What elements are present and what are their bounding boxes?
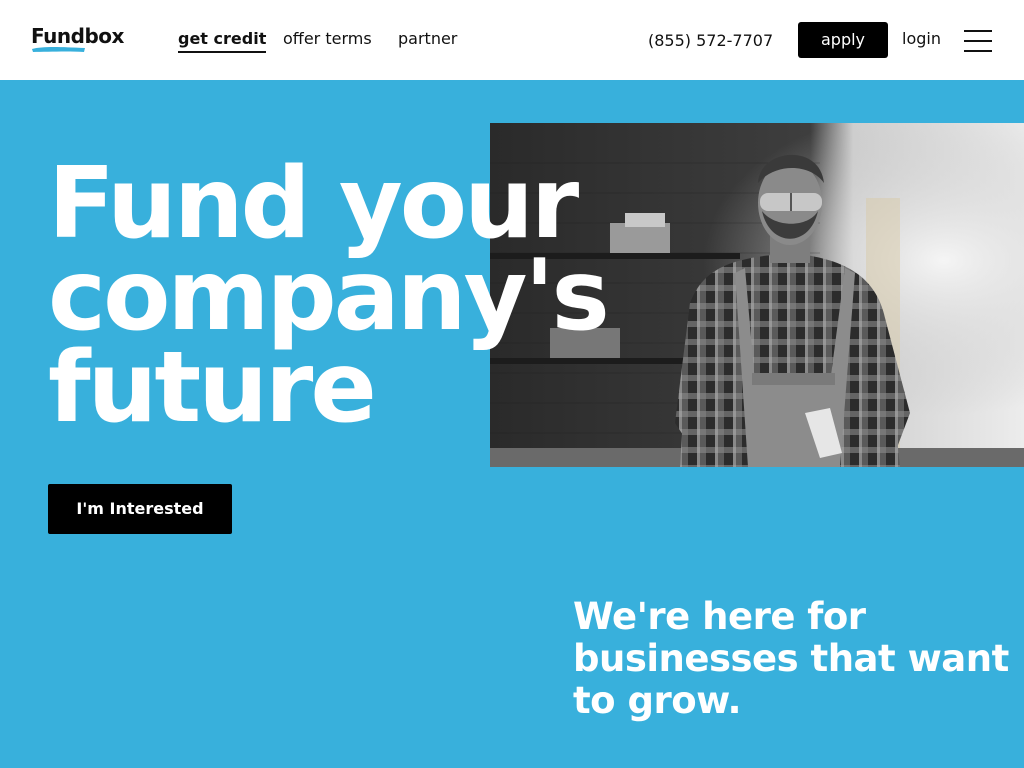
apply-button[interactable]: apply <box>798 22 888 58</box>
im-interested-button[interactable]: I'm Interested <box>48 484 232 534</box>
tagline-line-2: businesses that want <box>573 637 1009 680</box>
nav-link-get-credit[interactable]: get credit <box>178 28 267 53</box>
fundbox-logo[interactable]: Fundbox <box>31 24 127 56</box>
site-header: Fundbox get credit offer terms partner (… <box>0 0 1024 80</box>
phone-number-link[interactable]: (855) 572-7707 <box>648 30 773 52</box>
logo-brush-stroke-icon <box>32 47 85 52</box>
tagline-line-1: We're here for <box>573 595 866 638</box>
hero-headline-line-1: Fund your <box>48 147 579 261</box>
nav-link-partner[interactable]: partner <box>398 28 457 50</box>
hero-headline-line-3: future <box>48 331 377 445</box>
hamburger-menu-icon[interactable] <box>964 28 992 54</box>
tagline-heading: We're here for businesses that want to g… <box>573 596 1013 722</box>
hero-headline: Fund your company's future <box>48 147 610 445</box>
login-link[interactable]: login <box>902 28 941 50</box>
tagline-line-3: to grow. <box>573 679 742 722</box>
hero-headline-line-2: company's <box>48 239 610 353</box>
nav-link-offer-terms[interactable]: offer terms <box>283 28 372 50</box>
